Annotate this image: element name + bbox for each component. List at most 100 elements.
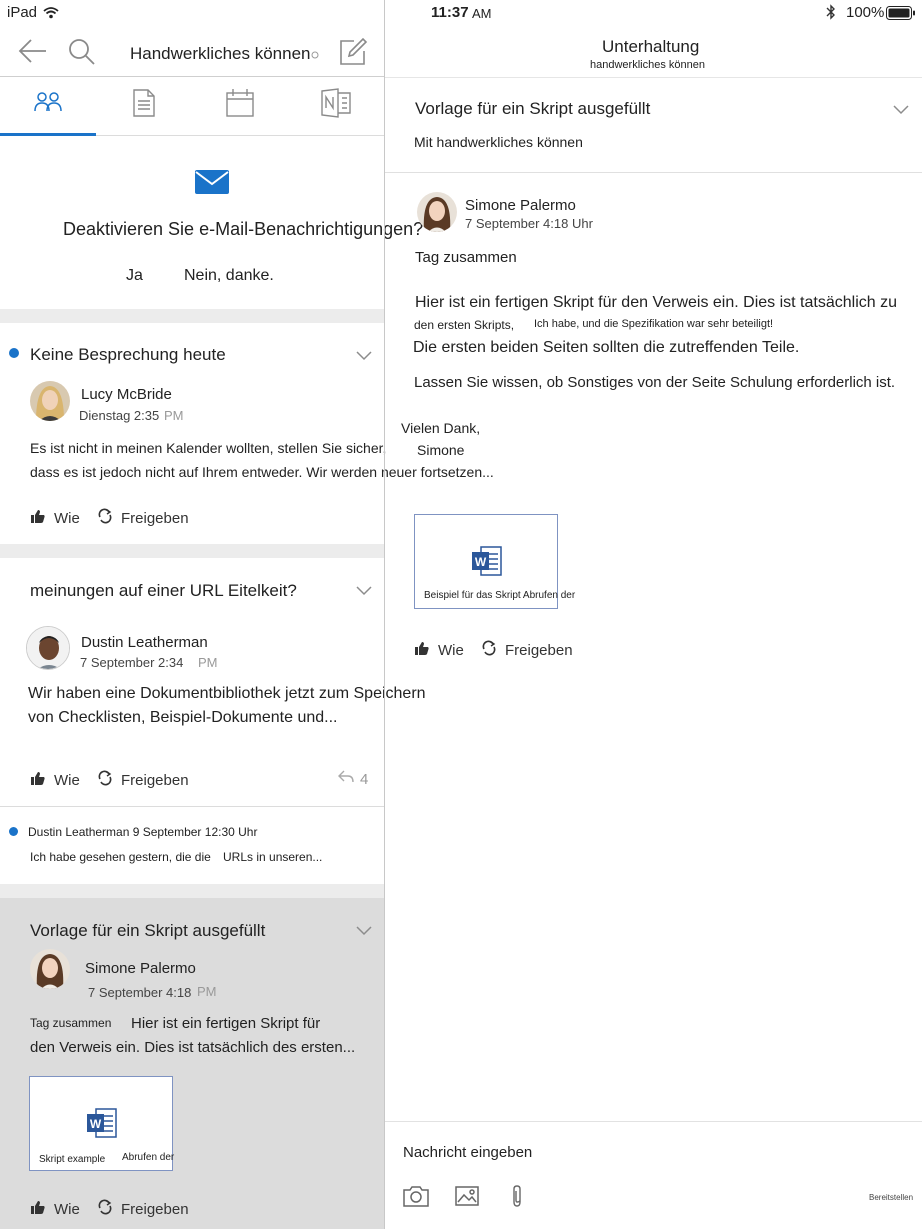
subject-divider: [385, 172, 922, 173]
post-body-line: Es ist nicht in meinen Kalender wollten,…: [30, 440, 387, 456]
chevron-down-icon[interactable]: [893, 102, 909, 115]
post-summary-body: URLs in unseren...: [223, 850, 323, 864]
message-greeting: Tag zusammen: [415, 249, 517, 266]
thumbs-up-icon: [30, 508, 46, 528]
like-button[interactable]: Wie: [30, 770, 80, 790]
message-date: 7 September 4:18 Uhr: [465, 216, 593, 231]
conversation-title: Unterhaltung: [602, 37, 700, 56]
post-body-line: den Verweis ein. Dies ist tatsächlich de…: [30, 1039, 356, 1056]
attachment-name: Abrufen der: [122, 1152, 175, 1163]
list-divider: [0, 806, 384, 807]
thumbs-up-icon: [30, 1199, 46, 1219]
attachment-name: Beispiel für das Skript Abrufen der: [424, 590, 576, 601]
reply-icon: [338, 769, 354, 789]
post-date: 7 September 4:18: [88, 985, 192, 1000]
mail-icon: [195, 170, 229, 199]
post-author[interactable]: Lucy McBride: [81, 386, 172, 403]
share-icon: [97, 770, 113, 790]
section-separator: [0, 309, 384, 323]
post-time-ampm: PM: [198, 655, 218, 670]
message-input[interactable]: Nachricht eingeben: [403, 1144, 532, 1161]
conversation-pane: Unterhaltung handwerkliches können Vorla…: [385, 0, 922, 1229]
conversation-subtitle: handwerkliches können: [590, 59, 705, 71]
message-paragraph: Ich habe, und die Spezifikation war sehr…: [534, 318, 774, 330]
camera-icon[interactable]: [403, 1185, 429, 1212]
attachment-card[interactable]: W Skript example Abrufen der: [29, 1076, 175, 1171]
calendar-icon[interactable]: [225, 88, 255, 123]
section-separator: [0, 544, 384, 558]
like-label: Wie: [54, 1200, 80, 1218]
share-button[interactable]: Freigeben: [481, 640, 573, 660]
word-document-icon: W: [86, 1107, 118, 1144]
conversation-subject: Vorlage für ein Skript ausgefüllt: [415, 99, 651, 118]
reply-count[interactable]: 4: [338, 769, 368, 789]
group-title[interactable]: Handwerkliches können: [130, 44, 311, 64]
image-icon[interactable]: [455, 1186, 479, 1211]
avatar[interactable]: [417, 192, 457, 232]
share-label: Freigeben: [505, 641, 573, 659]
chevron-down-icon[interactable]: [356, 923, 372, 936]
share-icon: [481, 640, 497, 660]
conversation-group: Mit handwerkliches können: [414, 134, 583, 150]
post-summary-header[interactable]: Dustin Leatherman 9 September 12:30 Uhr: [28, 825, 257, 839]
active-tab-indicator: [0, 133, 96, 136]
section-separator: [0, 884, 384, 898]
share-label: Freigeben: [121, 509, 189, 527]
post-body-line: von Checklisten, Beispiel-Dokumente und.…: [28, 709, 338, 726]
like-label: Wie: [438, 641, 464, 659]
like-button[interactable]: Wie: [30, 508, 80, 528]
post-body-line: Tag zusammen: [30, 1016, 112, 1030]
avatar[interactable]: [30, 381, 70, 421]
post-author[interactable]: Dustin Leatherman: [81, 634, 208, 651]
word-document-icon: W: [471, 545, 503, 582]
email-prompt-question: Deaktivieren Sie e-Mail-Benachrichtigung…: [63, 219, 424, 239]
compose-icon[interactable]: [338, 37, 368, 72]
message-paragraph: Hier ist ein fertigen Skript für den Ver…: [415, 294, 897, 311]
selected-post-card[interactable]: [0, 898, 384, 1229]
share-label: Freigeben: [121, 771, 189, 789]
avatar[interactable]: [30, 949, 70, 989]
post-summary-body: Ich habe gesehen gestern, die die: [30, 850, 211, 864]
email-prompt-yes-button[interactable]: Ja: [126, 267, 143, 285]
group-feed-pane: Handwerkliches können Deaktivieren Sie e…: [0, 0, 494, 1229]
thumbs-up-icon: [414, 640, 430, 660]
share-icon: [97, 508, 113, 528]
group-info-icon[interactable]: [311, 46, 319, 64]
message-paragraph: Die ersten beiden Seiten sollten die zut…: [413, 339, 800, 356]
share-icon: [97, 1199, 113, 1219]
post-time-ampm: PM: [164, 408, 184, 423]
chevron-down-icon[interactable]: [356, 583, 372, 596]
post-date: 7 September 2:34: [80, 655, 184, 670]
thumbs-up-icon: [30, 770, 46, 790]
like-button[interactable]: Wie: [30, 1199, 80, 1219]
like-label: Wie: [54, 509, 80, 527]
share-button[interactable]: Freigeben: [97, 508, 189, 528]
unread-indicator: [9, 348, 19, 358]
onenote-icon[interactable]: [320, 88, 352, 123]
send-button[interactable]: Bereitstellen: [869, 1193, 913, 1202]
attachment-icon[interactable]: [511, 1184, 523, 1213]
post-body-line: Wir haben eine Dokumentbibliothek jetzt …: [28, 685, 426, 702]
message-signoff: Vielen Dank,: [401, 420, 481, 436]
share-button[interactable]: Freigeben: [97, 1199, 189, 1219]
post-title[interactable]: meinungen auf einer URL Eitelkeit?: [30, 581, 297, 601]
avatar[interactable]: [26, 626, 70, 670]
share-button[interactable]: Freigeben: [97, 770, 189, 790]
search-icon[interactable]: [68, 38, 96, 71]
tabs-divider: [96, 135, 384, 136]
post-title[interactable]: Keine Besprechung heute: [30, 345, 226, 365]
share-label: Freigeben: [121, 1200, 189, 1218]
composer-divider: [385, 1121, 922, 1122]
post-title[interactable]: Vorlage für ein Skript ausgefüllt: [30, 921, 265, 941]
back-arrow-icon[interactable]: [18, 38, 48, 69]
like-button[interactable]: Wie: [414, 640, 464, 660]
document-icon[interactable]: [132, 88, 156, 123]
like-label: Wie: [54, 771, 80, 789]
chevron-down-icon[interactable]: [356, 348, 372, 361]
message-author[interactable]: Simone Palermo: [465, 197, 576, 214]
email-prompt-no-button[interactable]: Nein, danke.: [184, 267, 274, 285]
post-author[interactable]: Simone Palermo: [85, 960, 196, 977]
message-paragraph: Lassen Sie wissen, ob Sonstiges von der …: [414, 374, 896, 391]
people-icon[interactable]: [33, 90, 63, 119]
attachment-card[interactable]: W Beispiel für das Skript Abrufen der: [414, 514, 575, 609]
